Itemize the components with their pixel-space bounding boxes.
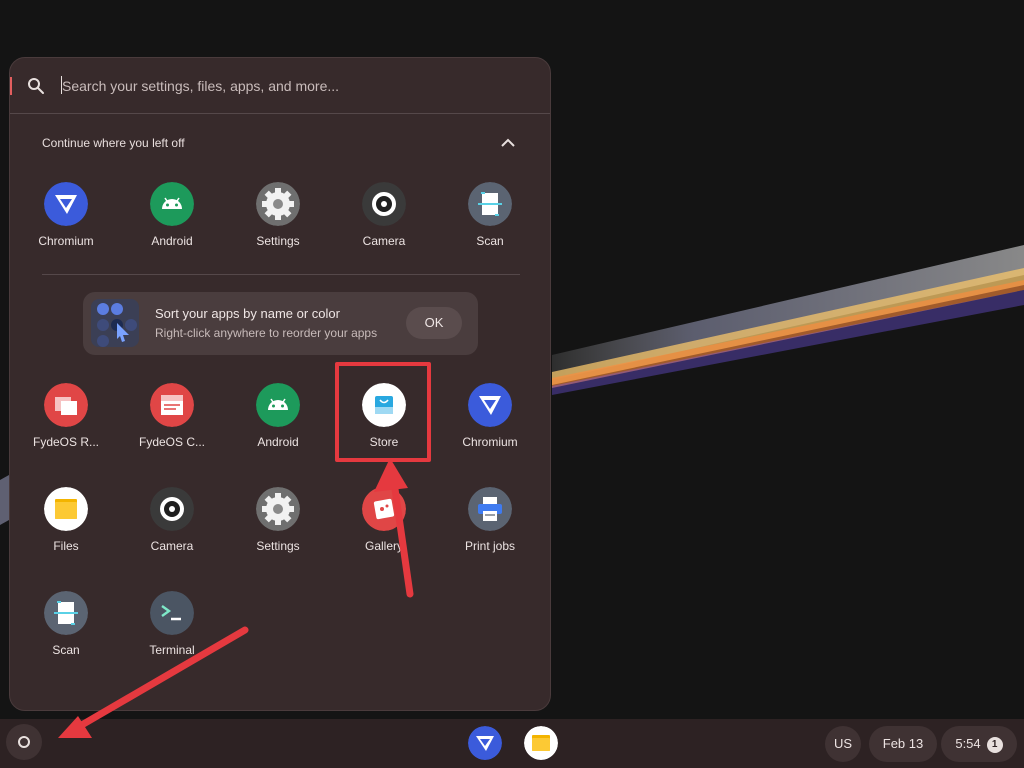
chromium-icon [468, 383, 512, 427]
notification-count-badge: 1 [986, 737, 1003, 753]
shelf-app-files[interactable] [524, 726, 558, 760]
app-label: Terminal [149, 643, 195, 657]
app-chromium[interactable]: Chromium [442, 383, 538, 473]
app-label: Settings [256, 234, 300, 248]
app-scan[interactable]: Scan [18, 591, 114, 681]
app-label: Scan [52, 643, 80, 657]
app-camera[interactable]: Camera [124, 487, 220, 577]
app-label: Scan [476, 234, 504, 248]
launcher-circle-icon [18, 736, 30, 748]
app-label: Settings [256, 539, 300, 553]
files-folder-icon [524, 726, 558, 760]
continue-app-android[interactable]: Android [124, 182, 220, 272]
settings-gear-icon [256, 487, 300, 531]
terminal-icon [150, 591, 194, 635]
app-label: Camera [150, 539, 194, 553]
continue-app-chromium[interactable]: Chromium [18, 182, 114, 272]
app-label: Files [53, 539, 79, 553]
shelf-app-chromium[interactable] [468, 726, 502, 760]
app-store[interactable]: Store [336, 383, 432, 473]
store-bag-icon [362, 383, 406, 427]
search-icon [28, 78, 44, 94]
search-focus-indicator [10, 77, 12, 95]
continue-section-title: Continue where you left off [42, 136, 185, 150]
fydeos-connect-icon [150, 383, 194, 427]
android-icon [150, 182, 194, 226]
nudge-title: Sort your apps by name or color [155, 306, 340, 321]
app-label: Android [151, 234, 193, 248]
app-terminal[interactable]: Terminal [124, 591, 220, 681]
app-gallery[interactable]: Gallery [336, 487, 432, 577]
app-label: Camera [362, 234, 406, 248]
ime-indicator[interactable]: US [825, 726, 861, 762]
app-label: Store [369, 435, 399, 449]
sort-apps-nudge: Sort your apps by name or color Right-cl… [83, 292, 478, 355]
app-label: FydeOS C... [138, 435, 206, 449]
app-label: Chromium [462, 435, 518, 449]
settings-gear-icon [256, 182, 300, 226]
app-settings[interactable]: Settings [230, 487, 326, 577]
nudge-subtitle: Right-click anywhere to reorder your app… [155, 326, 378, 340]
clock-time: 5:54 [955, 736, 981, 751]
fydeos-remote-icon [44, 383, 88, 427]
app-label: Print jobs [464, 539, 516, 553]
continue-app-camera[interactable]: Camera [336, 182, 432, 272]
android-icon [256, 383, 300, 427]
camera-icon [362, 182, 406, 226]
app-fydeos-connect[interactable]: FydeOS C... [124, 383, 220, 473]
app-label: Gallery [364, 539, 403, 553]
status-tray[interactable]: 5:54 1 [941, 726, 1017, 762]
app-files[interactable]: Files [18, 487, 114, 577]
camera-icon [150, 487, 194, 531]
date-tray[interactable]: Feb 13 [869, 726, 937, 762]
sort-apps-illustration-icon [91, 299, 139, 347]
printer-icon [468, 487, 512, 531]
continue-app-settings[interactable]: Settings [230, 182, 326, 272]
app-label: FydeOS R... [32, 435, 100, 449]
chromium-icon [468, 726, 502, 760]
app-android[interactable]: Android [230, 383, 326, 473]
app-launcher: Continue where you left off Chromium And… [9, 57, 551, 711]
search-input[interactable] [62, 72, 522, 100]
nudge-ok-button[interactable]: OK [406, 307, 462, 339]
app-fydeos-remote[interactable]: FydeOS R... [18, 383, 114, 473]
continue-app-scan[interactable]: Scan [442, 182, 538, 272]
section-divider [42, 274, 520, 275]
app-label: Android [257, 435, 299, 449]
scan-icon [44, 591, 88, 635]
search-bar [10, 58, 550, 114]
chevron-up-icon[interactable] [496, 132, 520, 154]
files-folder-icon [44, 487, 88, 531]
scan-icon [468, 182, 512, 226]
app-print-jobs[interactable]: Print jobs [442, 487, 538, 577]
launcher-button[interactable] [6, 724, 42, 760]
app-label: Chromium [38, 234, 94, 248]
gallery-icon [362, 487, 406, 531]
chromium-icon [44, 182, 88, 226]
